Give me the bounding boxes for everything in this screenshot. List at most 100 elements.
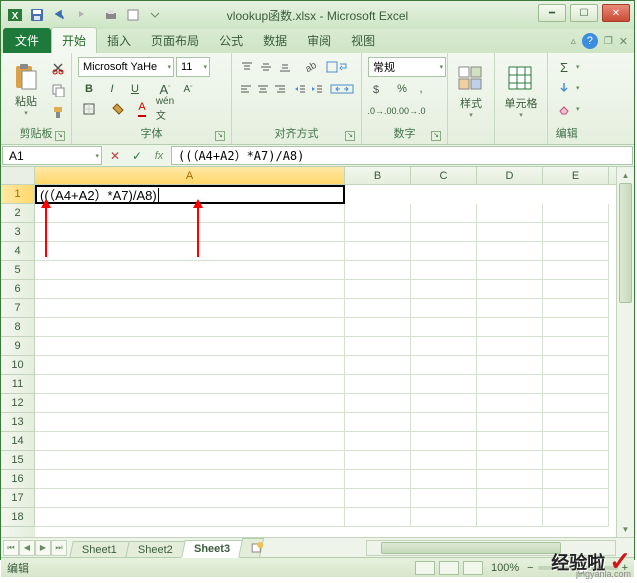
tab-file[interactable]: 文件 xyxy=(3,28,51,53)
name-box[interactable]: A1▾ xyxy=(2,146,102,165)
format-painter-icon[interactable] xyxy=(49,102,67,122)
cell[interactable] xyxy=(35,318,345,337)
redo-icon[interactable] xyxy=(71,5,91,25)
cell[interactable] xyxy=(345,261,411,280)
increase-decimal-icon[interactable]: .0→.00 xyxy=(368,101,396,121)
excel-icon[interactable]: X xyxy=(5,5,25,25)
cell[interactable] xyxy=(35,337,345,356)
tab-insert[interactable]: 插入 xyxy=(97,28,141,53)
undo-icon[interactable] xyxy=(49,5,69,25)
cell[interactable] xyxy=(543,261,609,280)
cell[interactable] xyxy=(477,299,543,318)
scroll-up-icon[interactable]: ▲ xyxy=(617,167,634,183)
row-header-11[interactable]: 11 xyxy=(1,375,35,394)
cell[interactable] xyxy=(345,394,411,413)
cell[interactable] xyxy=(411,489,477,508)
sheet-tab-2[interactable]: Sheet2 xyxy=(125,541,185,558)
phonetic-button[interactable]: wén文 xyxy=(154,99,176,119)
page-break-view-icon[interactable] xyxy=(463,561,483,575)
row-header-16[interactable]: 16 xyxy=(1,470,35,489)
row-header-6[interactable]: 6 xyxy=(1,280,35,299)
cell[interactable] xyxy=(35,204,345,223)
maximize-button[interactable]: ☐ xyxy=(570,4,598,22)
cell[interactable] xyxy=(411,432,477,451)
clear-icon[interactable] xyxy=(554,99,574,119)
cell[interactable] xyxy=(543,413,609,432)
cell[interactable] xyxy=(345,432,411,451)
increase-indent-icon[interactable] xyxy=(309,79,325,99)
zoom-level[interactable]: 100% xyxy=(491,562,519,574)
page-layout-view-icon[interactable] xyxy=(439,561,459,575)
sheet-tab-1[interactable]: Sheet1 xyxy=(69,541,129,558)
cell[interactable] xyxy=(35,413,345,432)
cell[interactable] xyxy=(411,470,477,489)
select-all-corner[interactable] xyxy=(1,167,35,185)
cell[interactable] xyxy=(477,280,543,299)
autosum-icon[interactable]: Σ xyxy=(554,57,574,77)
col-header-D[interactable]: D xyxy=(477,167,543,184)
percent-icon[interactable]: % xyxy=(393,79,411,99)
cell[interactable] xyxy=(477,394,543,413)
row-header-4[interactable]: 4 xyxy=(1,242,35,261)
align-middle-icon[interactable] xyxy=(257,57,275,77)
col-header-A[interactable]: A xyxy=(35,167,345,184)
cell[interactable] xyxy=(345,242,411,261)
cell[interactable] xyxy=(345,223,411,242)
minimize-button[interactable]: ━ xyxy=(538,4,566,22)
cell[interactable] xyxy=(477,375,543,394)
row-header-18[interactable]: 18 xyxy=(1,508,35,527)
tab-home[interactable]: 开始 xyxy=(51,27,97,53)
sheet-nav-last-icon[interactable]: ⏭ xyxy=(51,540,67,556)
help-icon[interactable]: ? xyxy=(582,33,598,49)
hscroll-thumb[interactable] xyxy=(381,542,561,554)
paste-button[interactable]: 粘贴 ▾ xyxy=(5,57,47,123)
cell[interactable] xyxy=(543,356,609,375)
row-header-9[interactable]: 9 xyxy=(1,337,35,356)
tab-review[interactable]: 审阅 xyxy=(297,28,341,53)
cell[interactable] xyxy=(543,337,609,356)
currency-icon[interactable]: $ xyxy=(368,79,392,99)
cell[interactable] xyxy=(411,337,477,356)
row-header-12[interactable]: 12 xyxy=(1,394,35,413)
cell[interactable] xyxy=(543,204,609,223)
cell[interactable] xyxy=(543,223,609,242)
align-bottom-icon[interactable] xyxy=(276,57,294,77)
close-button[interactable]: ✕ xyxy=(602,4,630,22)
cell[interactable] xyxy=(477,261,543,280)
tab-view[interactable]: 视图 xyxy=(341,28,385,53)
cell[interactable] xyxy=(477,489,543,508)
cell[interactable] xyxy=(345,299,411,318)
cell[interactable] xyxy=(35,508,345,527)
cell[interactable] xyxy=(543,470,609,489)
cells-button[interactable]: 单元格▾ xyxy=(499,59,543,125)
row-header-13[interactable]: 13 xyxy=(1,413,35,432)
cell[interactable] xyxy=(345,470,411,489)
normal-view-icon[interactable] xyxy=(415,561,435,575)
font-color-button[interactable]: A xyxy=(131,99,153,119)
fill-color-button[interactable] xyxy=(108,99,130,119)
cell[interactable] xyxy=(477,318,543,337)
cell[interactable] xyxy=(411,375,477,394)
cell[interactable] xyxy=(477,413,543,432)
qat-preview-icon[interactable] xyxy=(123,5,143,25)
merge-center-icon[interactable] xyxy=(329,79,355,99)
cell[interactable] xyxy=(477,356,543,375)
cell[interactable] xyxy=(411,394,477,413)
cell[interactable] xyxy=(477,337,543,356)
tab-layout[interactable]: 页面布局 xyxy=(141,28,209,53)
tab-formulas[interactable]: 公式 xyxy=(209,28,253,53)
qat-print-icon[interactable] xyxy=(101,5,121,25)
align-top-icon[interactable] xyxy=(238,57,256,77)
cell[interactable] xyxy=(543,451,609,470)
cell[interactable] xyxy=(35,261,345,280)
cell[interactable] xyxy=(411,299,477,318)
font-name-combo[interactable]: Microsoft YaHe▾ xyxy=(78,57,174,77)
row-header-10[interactable]: 10 xyxy=(1,356,35,375)
cell[interactable] xyxy=(345,375,411,394)
row-header-14[interactable]: 14 xyxy=(1,432,35,451)
row-header-17[interactable]: 17 xyxy=(1,489,35,508)
row-header-2[interactable]: 2 xyxy=(1,204,35,223)
cells-area[interactable]: ((（A4+A2）*A7)/A8) xyxy=(35,185,616,537)
row-header-5[interactable]: 5 xyxy=(1,261,35,280)
doc-close-icon[interactable]: ✕ xyxy=(619,35,628,48)
